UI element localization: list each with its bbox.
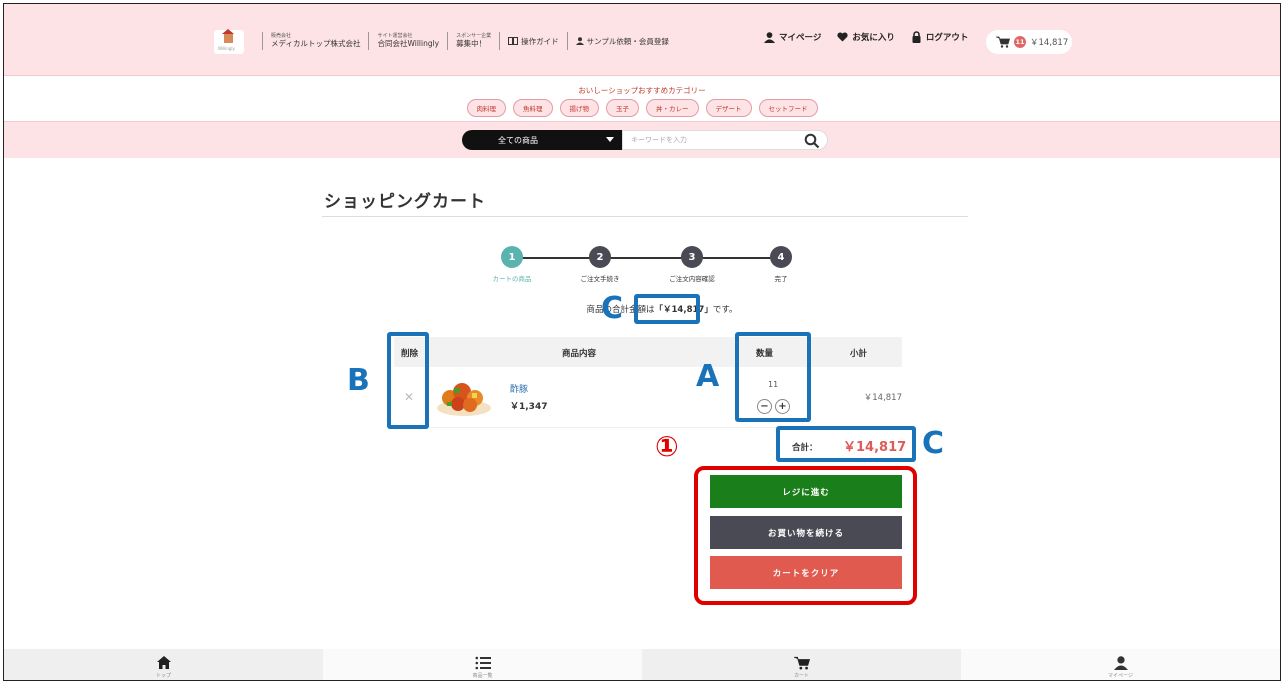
site-header: Willingly 販売会社 メディカルトップ株式会社 サイト運営会社 合同会社… [4,4,1280,76]
mypage-link[interactable]: マイページ [764,31,821,43]
divider [566,32,568,50]
row-subtotal: ￥14,817 [863,393,902,403]
divider [368,32,370,50]
bottom-nav-top[interactable]: トップ [4,649,323,680]
product-name-link[interactable]: 酢豚 [510,382,528,395]
user-nav: マイページ お気に入り ログアウト [764,31,968,43]
bottom-nav: トップ 商品一覧 カート マイページ [4,649,1280,680]
bottom-nav-products[interactable]: 商品一覧 [323,649,642,680]
annotation-label-c: C [601,291,624,326]
search-bar: 全ての商品 キーワードを入力 [4,122,1280,158]
favorites-link[interactable]: お気に入り [837,31,895,43]
caret-down-icon [606,137,614,142]
header-content: 商品内容 [562,349,597,359]
checkout-steps: 1 カートの商品 2 ご注文手続き 3 ご注文内容確認 4 完了 [484,246,804,286]
site-logo[interactable]: Willingly [214,29,244,54]
annotation-number-1: ① [655,430,679,463]
category-pill[interactable]: セットフード [758,99,818,117]
screenshot-frame: Willingly 販売会社 メディカルトップ株式会社 サイト運営会社 合同会社… [3,3,1281,681]
step-4: 4 完了 [751,246,811,283]
guide-link[interactable]: 操作ガイド [508,36,559,47]
header-subtotal: 小計 [850,349,868,359]
product-image[interactable] [434,374,494,418]
annotation-box-c-summary [634,294,700,324]
divider [447,32,449,50]
product-price: ￥1,347 [510,402,548,412]
user-icon [764,31,775,43]
operator-company: サイト運営会社 合同会社Willingly [377,33,440,48]
page-title: ショッピングカート [324,192,486,212]
bottom-nav-cart[interactable]: カート [642,649,961,680]
heart-icon [837,32,848,42]
search-icon[interactable] [804,133,820,149]
header-companies: 販売会社 メディカルトップ株式会社 サイト運営会社 合同会社Willingly … [254,32,669,50]
category-select[interactable]: 全ての商品 [462,130,622,150]
category-pill[interactable]: 丼・カレー [646,99,699,117]
lock-icon [912,31,921,43]
header-cart[interactable]: 11 ￥14,817 [986,30,1072,54]
sample-register-link[interactable]: サンプル依頼・会員登録 [575,36,669,47]
annotation-label-a: A [696,359,720,394]
annotation-box-buttons [694,466,917,605]
cart-icon [996,36,1010,48]
annotation-box-b [387,332,429,429]
category-pill[interactable]: 揚げ物 [559,99,599,117]
book-icon [508,37,519,45]
annotation-box-c-total [776,426,916,462]
title-divider [322,216,968,217]
category-pill[interactable]: デザート [705,99,752,117]
header-cart-total: ￥14,817 [1030,38,1069,48]
annotation-label-b: B [347,363,370,398]
divider [499,32,501,50]
category-bar: おいしーショップおすすめカテゴリー 肉料理 魚料理 揚げ物 玉子 丼・カレー デ… [4,77,1280,122]
home-icon [156,656,171,669]
step-1: 1 カートの商品 [482,246,542,283]
step-3: 3 ご注文内容確認 [662,246,722,283]
sponsor-info: スポンサー企業 募集中！ [456,33,492,48]
step-2: 2 ご注文手続き [570,246,630,283]
cart-table-header: 削除 商品内容 数量 小計 [394,337,902,367]
annotation-label-c: C [922,426,945,461]
category-pills: 肉料理 魚料理 揚げ物 玉子 丼・カレー デザート セットフード [4,99,1280,117]
search-input[interactable]: キーワードを入力 [622,130,828,150]
logout-link[interactable]: ログアウト [911,31,968,43]
annotation-box-a [735,332,811,422]
category-pill[interactable]: 玉子 [606,99,639,117]
table-row: ✕ 酢豚 ￥1,347 11 − + ￥14,817 [394,368,902,428]
user-icon [575,37,584,45]
user-icon [1113,655,1128,670]
category-pill[interactable]: 肉料理 [466,99,506,117]
category-pill[interactable]: 魚料理 [513,99,553,117]
cart-count-badge: 11 [1014,36,1026,48]
cart-icon [793,656,810,670]
seller-company: 販売会社 メディカルトップ株式会社 [271,33,361,48]
bottom-nav-mypage[interactable]: マイページ [961,649,1280,680]
list-icon [475,656,491,669]
house-logo-icon [222,29,234,43]
category-title: おいしーショップおすすめカテゴリー [578,86,706,95]
divider [262,32,263,50]
